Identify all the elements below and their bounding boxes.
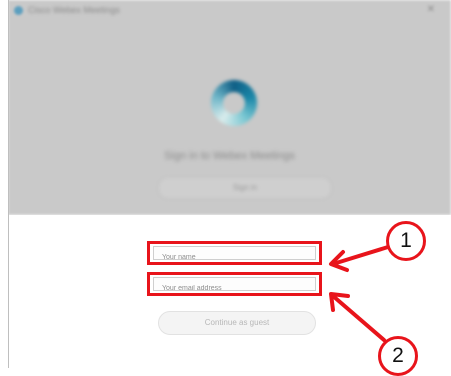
- continue-as-guest-button[interactable]: Continue as guest: [158, 311, 316, 335]
- window-title: Cisco Webex Meetings: [28, 5, 120, 15]
- callout-number-2: 2: [378, 336, 418, 376]
- logo-center: [223, 92, 245, 114]
- name-input[interactable]: [160, 249, 324, 265]
- dimmed-background: Cisco Webex Meetings ✕ Sign in to Webex …: [8, 0, 451, 215]
- close-icon[interactable]: ✕: [427, 4, 435, 15]
- webex-app-icon: [14, 6, 23, 15]
- title-bar: Cisco Webex Meetings ✕: [8, 0, 451, 22]
- signin-heading: Sign in to Webex Meetings: [164, 150, 295, 162]
- email-field-highlight: [147, 272, 324, 296]
- callout-number-1: 1: [386, 221, 426, 261]
- name-field-box: [153, 246, 324, 265]
- window-left-border: [8, 0, 9, 368]
- name-field-highlight: [147, 241, 324, 265]
- sign-in-button[interactable]: Sign in: [158, 177, 332, 199]
- email-field-box: [153, 277, 324, 296]
- email-input[interactable]: [160, 280, 324, 296]
